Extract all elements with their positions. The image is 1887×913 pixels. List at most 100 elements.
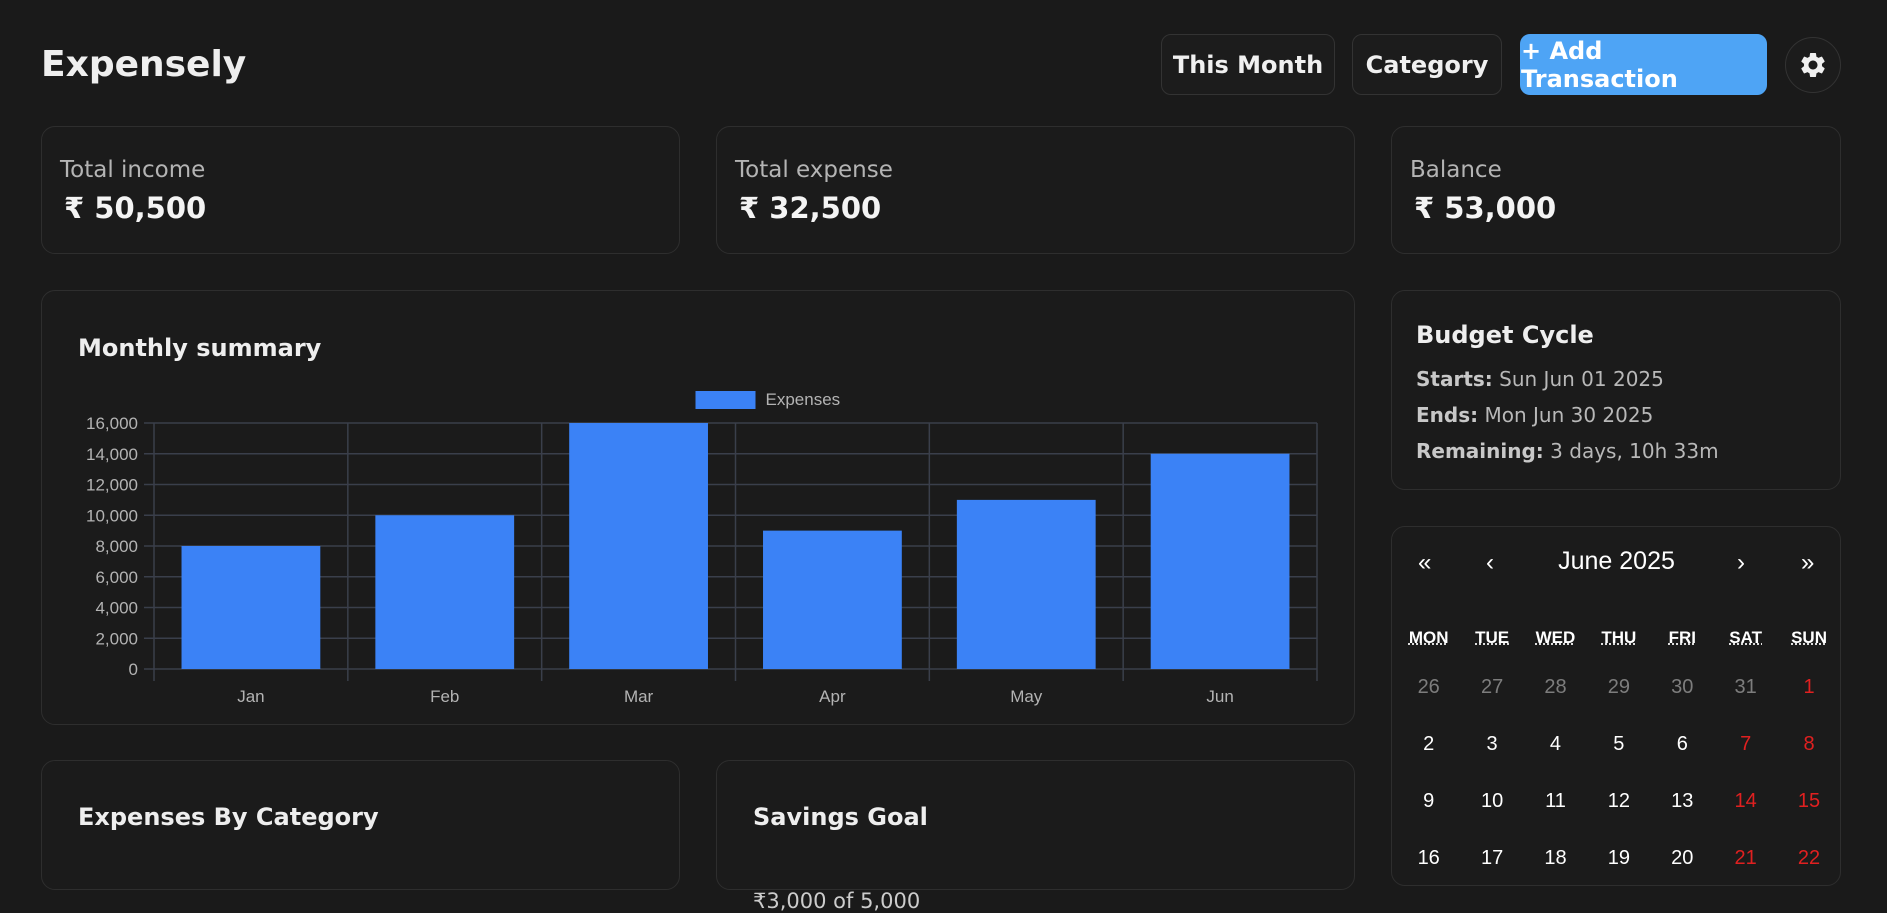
weekday-label: SAT (1729, 628, 1763, 647)
x-tick-label: Apr (819, 687, 846, 706)
y-tick-label: 12,000 (86, 476, 138, 495)
this-month-button[interactable]: This Month (1161, 34, 1335, 95)
legend-swatch (695, 391, 756, 409)
weekday-label: MON (1408, 628, 1449, 647)
x-tick-label: Jun (1206, 687, 1233, 706)
bar (569, 423, 708, 669)
calendar-day[interactable]: 11 (1524, 790, 1587, 813)
calendar-day[interactable]: 17 (1460, 847, 1523, 870)
total-income-card: Total income ₹ 50,500 (41, 126, 680, 254)
stat-label: Balance (1410, 157, 1502, 183)
monthly-summary-card: Monthly summary 0 2,000 4,000 6,000 8,000 10,… (41, 290, 1355, 725)
calendar-grid: MON TUE WED THU FRI SAT SUN 26 27 28 29 … (1397, 623, 1841, 887)
card-title: Budget Cycle (1416, 321, 1594, 349)
app-title: Expensely (41, 44, 247, 85)
calendar-day[interactable]: 31 (1714, 676, 1777, 699)
calendar-day[interactable]: 19 (1587, 847, 1650, 870)
calendar-day[interactable]: 16 (1397, 847, 1460, 870)
weekday-label: FRI (1668, 628, 1696, 647)
calendar-day[interactable]: 7 (1714, 733, 1777, 756)
y-tick-label: 8,000 (95, 537, 138, 556)
budget-ends: Ends: Mon Jun 30 2025 (1416, 403, 1653, 427)
calendar-day[interactable]: 2 (1397, 733, 1460, 756)
stat-value: ₹ 50,500 (64, 191, 207, 225)
stat-label: Total expense (735, 157, 893, 183)
y-tick-label: 10,000 (86, 506, 138, 525)
bar (1150, 453, 1290, 669)
y-tick-label: 14,000 (86, 445, 138, 464)
next-month-button[interactable]: › (1737, 549, 1745, 577)
weekday-label: SUN (1791, 628, 1827, 647)
balance-card: Balance ₹ 53,000 (1391, 126, 1841, 254)
bar (763, 530, 902, 669)
calendar-day[interactable]: 14 (1714, 790, 1777, 813)
y-tick-label: 4,000 (95, 599, 138, 618)
calendar-week: 16 17 18 19 20 21 22 (1397, 830, 1841, 887)
remaining-value: 3 days, 10h 33m (1550, 439, 1719, 463)
calendar-day[interactable]: 1 (1777, 676, 1840, 699)
weekday-label: TUE (1475, 628, 1510, 647)
bar (956, 499, 1096, 669)
calendar-day[interactable]: 20 (1651, 847, 1714, 870)
calendar-week: 2 3 4 5 6 7 8 (1397, 716, 1841, 773)
calendar-card: « ‹ June 2025 › » MON TUE WED THU FRI SA… (1391, 526, 1841, 886)
stat-label: Total income (60, 157, 206, 183)
calendar-day[interactable]: 13 (1651, 790, 1714, 813)
savings-goal-card: Savings Goal ₹3,000 of 5,000 (716, 760, 1355, 913)
calendar-week: 9 10 11 12 13 14 15 (1397, 773, 1841, 830)
add-transaction-button[interactable]: + Add Transaction (1520, 34, 1767, 95)
calendar-day[interactable]: 30 (1651, 676, 1714, 699)
weekday-header: MON TUE WED THU FRI SAT SUN (1397, 623, 1841, 653)
y-tick-label: 16,000 (86, 414, 138, 433)
calendar-week: 26 27 28 29 30 31 1 (1397, 659, 1841, 716)
starts-label: Starts: (1416, 367, 1493, 391)
calendar-day[interactable]: 8 (1777, 733, 1840, 756)
category-button[interactable]: Category (1352, 34, 1502, 95)
calendar-day[interactable]: 29 (1587, 676, 1650, 699)
next-year-button[interactable]: » (1801, 549, 1814, 577)
calendar-day[interactable]: 26 (1397, 676, 1460, 699)
remaining-label: Remaining: (1416, 439, 1544, 463)
calendar-day[interactable]: 12 (1587, 790, 1650, 813)
x-tick-label: Jan (237, 687, 264, 706)
ends-value: Mon Jun 30 2025 (1484, 403, 1654, 427)
calendar-day[interactable]: 10 (1460, 790, 1523, 813)
calendar-day[interactable]: 4 (1524, 733, 1587, 756)
card-title: Expenses By Category (78, 803, 379, 831)
expenses-by-category-card: Expenses By Category (41, 760, 680, 890)
weekday-label: THU (1601, 628, 1637, 647)
budget-cycle-card: Budget Cycle Starts: Sun Jun 01 2025 End… (1391, 290, 1841, 490)
x-tick-label: Mar (624, 687, 654, 706)
stat-value: ₹ 53,000 (1414, 191, 1557, 225)
stat-value: ₹ 32,500 (739, 191, 882, 225)
budget-starts: Starts: Sun Jun 01 2025 (1416, 367, 1664, 391)
calendar-day[interactable]: 27 (1460, 676, 1523, 699)
bar (181, 546, 321, 669)
calendar-day[interactable]: 21 (1714, 847, 1777, 870)
expenses-bar-chart: 0 2,000 4,000 6,000 8,000 10,000 12,000 14,000 1… (86, 390, 1318, 706)
settings-button[interactable] (1785, 37, 1841, 93)
calendar-day[interactable]: 3 (1460, 733, 1523, 756)
weekday-label: WED (1535, 628, 1576, 647)
x-tick-label: May (1010, 687, 1043, 706)
calendar-day[interactable]: 6 (1651, 733, 1714, 756)
savings-progress-text: ₹3,000 of 5,000 (753, 889, 921, 913)
card-title: Savings Goal (753, 803, 928, 831)
calendar-day[interactable]: 28 (1524, 676, 1587, 699)
calendar-day[interactable]: 18 (1524, 847, 1587, 870)
total-expense-card: Total expense ₹ 32,500 (716, 126, 1355, 254)
calendar-day[interactable]: 5 (1587, 733, 1650, 756)
calendar-day[interactable]: 22 (1777, 847, 1840, 870)
y-tick-label: 0 (129, 660, 138, 679)
ends-label: Ends: (1416, 403, 1479, 427)
calendar-day[interactable]: 9 (1397, 790, 1460, 813)
calendar-month-label[interactable]: June 2025 (1392, 547, 1841, 576)
y-tick-label: 2,000 (95, 629, 138, 648)
gear-icon (1801, 52, 1825, 77)
y-tick-label: 6,000 (95, 568, 138, 587)
budget-remaining: Remaining: 3 days, 10h 33m (1416, 439, 1719, 463)
legend-label: Expenses (766, 390, 841, 409)
x-tick-label: Feb (430, 687, 459, 706)
calendar-day[interactable]: 15 (1777, 790, 1840, 813)
starts-value: Sun Jun 01 2025 (1499, 367, 1664, 391)
